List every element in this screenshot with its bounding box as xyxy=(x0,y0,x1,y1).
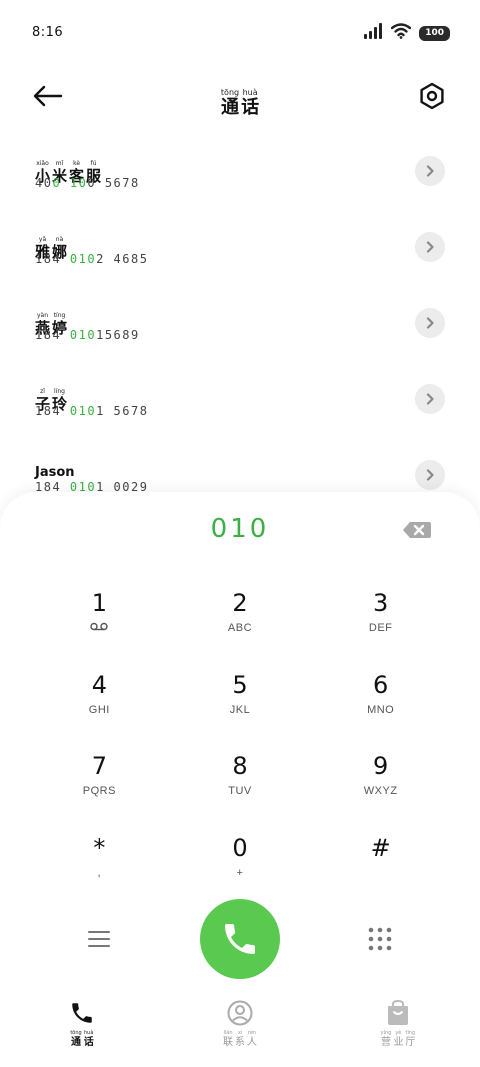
nav-label: tōng 通 huà 话 xyxy=(70,1030,94,1048)
dialer-screen: 8:16 100 tōng 通 huà 话 xiǎo 小 mǐ 米 kè 客 f… xyxy=(0,0,480,1067)
phone-icon xyxy=(72,1003,92,1023)
bottom-nav: tōng 通 huà 话 lián 联 xì 系 rén 人 yíng 营 yè… xyxy=(0,990,480,1067)
key-2[interactable]: 2 ABC xyxy=(170,584,311,666)
contact-row[interactable]: zǐ 子 líng 玲 184 0101 5678 xyxy=(0,366,480,442)
call-button[interactable] xyxy=(200,899,280,979)
key-hash[interactable]: # xyxy=(310,829,451,911)
settings-hexagon-icon xyxy=(420,82,444,110)
contact-row[interactable]: yǎ 雅 nà 娜 184 0102 4685 xyxy=(0,214,480,290)
contact-row[interactable]: yàn 燕 tíng 婷 184 01015689 xyxy=(0,290,480,366)
chevron-right-icon xyxy=(426,393,434,405)
key-6[interactable]: 6 MNO xyxy=(310,666,451,748)
nav-tab-calls[interactable]: tōng 通 huà 话 xyxy=(42,1000,122,1048)
settings-button[interactable] xyxy=(414,78,450,114)
chevron-right-icon xyxy=(426,317,434,329)
status-time: 8:16 xyxy=(32,25,64,40)
key-3[interactable]: 3 DEF xyxy=(310,584,451,666)
contact-name: Jason xyxy=(35,465,75,480)
key-8[interactable]: 8 TUV xyxy=(170,747,311,829)
person-icon xyxy=(227,1000,253,1026)
backspace-button[interactable] xyxy=(402,520,432,540)
contact-detail-button[interactable] xyxy=(415,384,445,414)
backspace-icon xyxy=(403,522,431,538)
contact-detail-button[interactable] xyxy=(415,308,445,338)
contact-detail-button[interactable] xyxy=(415,460,445,490)
nav-label: lián 联 xì 系 rén 人 xyxy=(223,1030,257,1048)
dialer-panel: 010 1 2 ABC 3 DEF 4 GHI 5 JKL 6 MNO 7 PQ… xyxy=(0,492,480,1067)
phone-icon xyxy=(225,924,255,954)
wifi-icon xyxy=(391,23,412,43)
menu-button[interactable] xyxy=(85,925,113,953)
chevron-right-icon xyxy=(426,469,434,481)
chevron-right-icon xyxy=(426,241,434,253)
nav-tab-service[interactable]: yíng 营 yè 业 tīng 厅 xyxy=(358,1000,438,1048)
keypad-toggle-button[interactable] xyxy=(366,925,394,953)
bag-icon xyxy=(388,1000,408,1025)
nav-tab-contacts[interactable]: lián 联 xì 系 rén 人 xyxy=(200,1000,280,1048)
status-icons: 100 xyxy=(363,23,450,43)
contact-number: 400 100 5678 xyxy=(35,176,140,190)
key-4[interactable]: 4 GHI xyxy=(29,666,170,748)
key-9[interactable]: 9 WXYZ xyxy=(310,747,451,829)
dial-actions xyxy=(0,899,480,979)
page-title: tōng 通 huà 话 xyxy=(220,88,260,118)
key-1[interactable]: 1 xyxy=(29,584,170,666)
nav-label: yíng 营 yè 业 tīng 厅 xyxy=(380,1030,416,1048)
keypad: 1 2 ABC 3 DEF 4 GHI 5 JKL 6 MNO 7 PQRS 8… xyxy=(29,584,451,910)
contact-detail-button[interactable] xyxy=(415,232,445,262)
key-0[interactable]: 0 + xyxy=(170,829,311,911)
dialpad-icon xyxy=(368,927,392,951)
voicemail-icon xyxy=(90,622,109,634)
hamburger-menu-icon xyxy=(88,931,110,947)
header: tōng 通 huà 话 xyxy=(0,72,480,120)
chevron-right-icon xyxy=(426,165,434,177)
key-star[interactable]: * , xyxy=(29,829,170,911)
contact-row[interactable]: xiǎo 小 mǐ 米 kè 客 fú 服 400 100 5678 xyxy=(0,138,480,214)
battery-icon: 100 xyxy=(419,25,450,41)
contact-number: 184 0101 5678 xyxy=(35,404,149,418)
key-5[interactable]: 5 JKL xyxy=(170,666,311,748)
contact-detail-button[interactable] xyxy=(415,156,445,186)
contact-number: 184 0102 4685 xyxy=(35,252,149,266)
signal-icon xyxy=(363,23,383,43)
status-bar: 8:16 100 xyxy=(0,0,480,64)
key-7[interactable]: 7 PQRS xyxy=(29,747,170,829)
contact-number: 184 01015689 xyxy=(35,328,140,342)
contact-list: xiǎo 小 mǐ 米 kè 客 fú 服 400 100 5678 yǎ 雅 nà 娜 1… xyxy=(0,138,480,518)
